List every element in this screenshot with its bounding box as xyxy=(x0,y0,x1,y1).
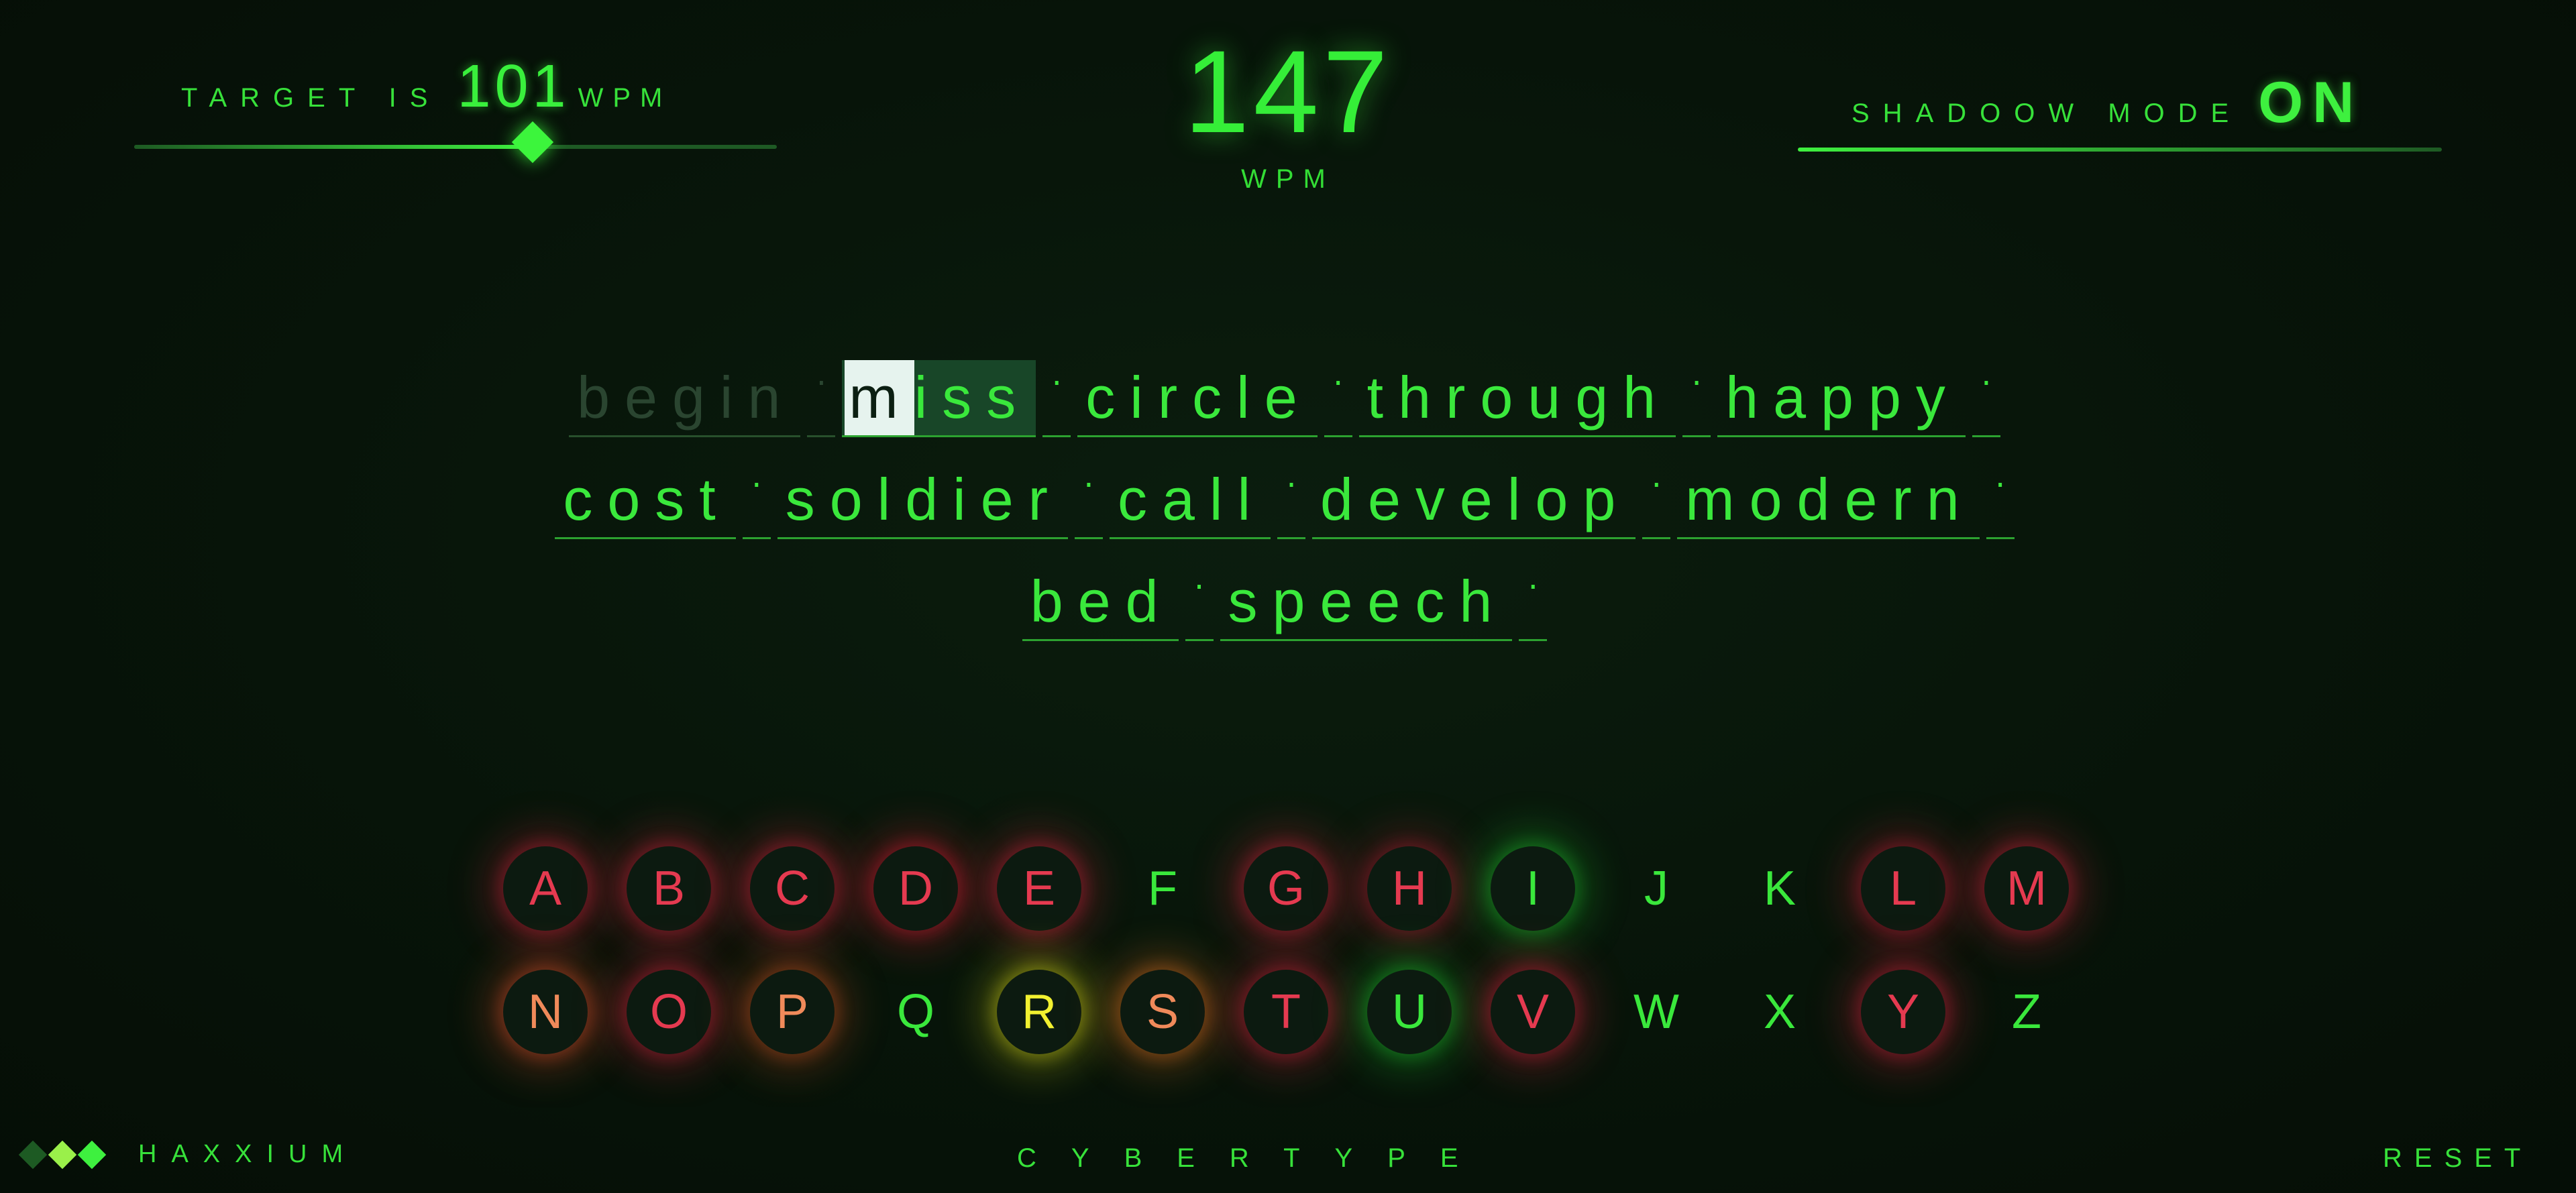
word: call xyxy=(1109,462,1271,539)
target-slider-fill xyxy=(134,145,533,149)
key-a: A xyxy=(503,846,588,931)
word-rest: iss xyxy=(914,364,1031,431)
key-x: X xyxy=(1763,985,1796,1039)
word-separator: · xyxy=(1185,564,1214,641)
key-q: Q xyxy=(896,985,934,1039)
word-separator: · xyxy=(1986,462,2015,539)
shadow-mode-label: SHADOOW MODE xyxy=(1851,99,2243,128)
word: m iss xyxy=(842,360,1036,437)
key-b: B xyxy=(627,846,711,931)
shadow-mode-value[interactable]: ON xyxy=(2258,70,2363,136)
logo-diamond-icon xyxy=(18,1140,48,1169)
speed-value: 147 xyxy=(1184,27,1392,158)
target-slider[interactable] xyxy=(134,121,777,164)
word: bed xyxy=(1022,564,1179,641)
key-g: G xyxy=(1244,846,1328,931)
key-n: N xyxy=(503,970,588,1054)
keyboard-row: ABCDE F GHI J K LM xyxy=(503,846,2108,931)
reset-button[interactable]: RESET xyxy=(2383,1143,2532,1174)
word: modern xyxy=(1677,462,1980,539)
word-separator: · xyxy=(1074,462,1103,539)
text-line: bed · speech · xyxy=(0,539,2576,641)
key-z: Z xyxy=(2012,985,2041,1039)
target-label: TARGET IS xyxy=(181,83,441,113)
word-separator: · xyxy=(1682,360,1711,437)
key-i: I xyxy=(1491,846,1575,931)
key-r: R xyxy=(997,970,1081,1054)
key-w: W xyxy=(1633,985,1679,1039)
text-line: cost · soldier · call · develop · modern · xyxy=(0,437,2576,539)
brand-logo: HAXXIUM xyxy=(18,1140,358,1169)
key-c: C xyxy=(750,846,835,931)
key-k: K xyxy=(1763,862,1796,915)
key-j: J xyxy=(1644,862,1668,915)
keyboard-row: NOP Q RSTUV W X Y Z xyxy=(503,970,2108,1054)
logo-diamond-icon xyxy=(77,1140,107,1169)
text-line: begin · m iss · circle · through · happy · xyxy=(0,335,2576,437)
key-o: O xyxy=(627,970,711,1054)
logo-diamond-icon xyxy=(48,1140,77,1169)
word: circle xyxy=(1077,360,1318,437)
target-value: 101 xyxy=(457,53,570,120)
key-e: E xyxy=(997,846,1081,931)
shadow-mode-toggle[interactable]: SHADOOW MODE ON xyxy=(1851,70,2363,136)
key-y: Y xyxy=(1861,970,1945,1054)
key-s: S xyxy=(1120,970,1205,1054)
key-l: L xyxy=(1861,846,1945,931)
brand-name: HAXXIUM xyxy=(138,1140,358,1168)
key-v: V xyxy=(1491,970,1575,1054)
typing-text: begin · m iss · circle · through · happy · cost · sol… xyxy=(0,335,2576,641)
key-m: M xyxy=(1984,846,2069,931)
word-separator: · xyxy=(1324,360,1352,437)
word: through xyxy=(1358,360,1676,437)
target-unit: WPM xyxy=(578,83,672,113)
word-separator: · xyxy=(1277,462,1306,539)
word: cost xyxy=(555,462,736,539)
key-h: H xyxy=(1367,846,1452,931)
key-t: T xyxy=(1244,970,1328,1054)
key-d: D xyxy=(873,846,958,931)
word: begin xyxy=(569,360,801,437)
word: speech xyxy=(1220,564,1513,641)
keyboard-heatmap: ABCDE F GHI J K LM NOP Q RSTUV W X Y Z xyxy=(503,846,2108,1093)
shadow-mode-underline xyxy=(1798,148,2442,152)
target-wpm-setting: TARGET IS 101 WPM xyxy=(181,52,672,126)
cursor-char: m xyxy=(845,360,914,435)
word-separator: · xyxy=(807,360,836,437)
word: develop xyxy=(1312,462,1636,539)
word-separator: · xyxy=(1972,360,2000,437)
speed-unit: WPM xyxy=(1241,164,1335,194)
word-separator: · xyxy=(1642,462,1671,539)
word-separator: · xyxy=(742,462,771,539)
key-u: U xyxy=(1367,970,1452,1054)
speed-display: 147 WPM xyxy=(1154,34,1422,194)
word: soldier xyxy=(777,462,1068,539)
word: happy xyxy=(1717,360,1966,437)
app-title: CYBERTYPE xyxy=(1017,1143,1493,1173)
key-p: P xyxy=(750,970,835,1054)
key-f: F xyxy=(1148,862,1177,915)
word-separator: · xyxy=(1519,564,1548,641)
word-separator: · xyxy=(1042,360,1071,437)
